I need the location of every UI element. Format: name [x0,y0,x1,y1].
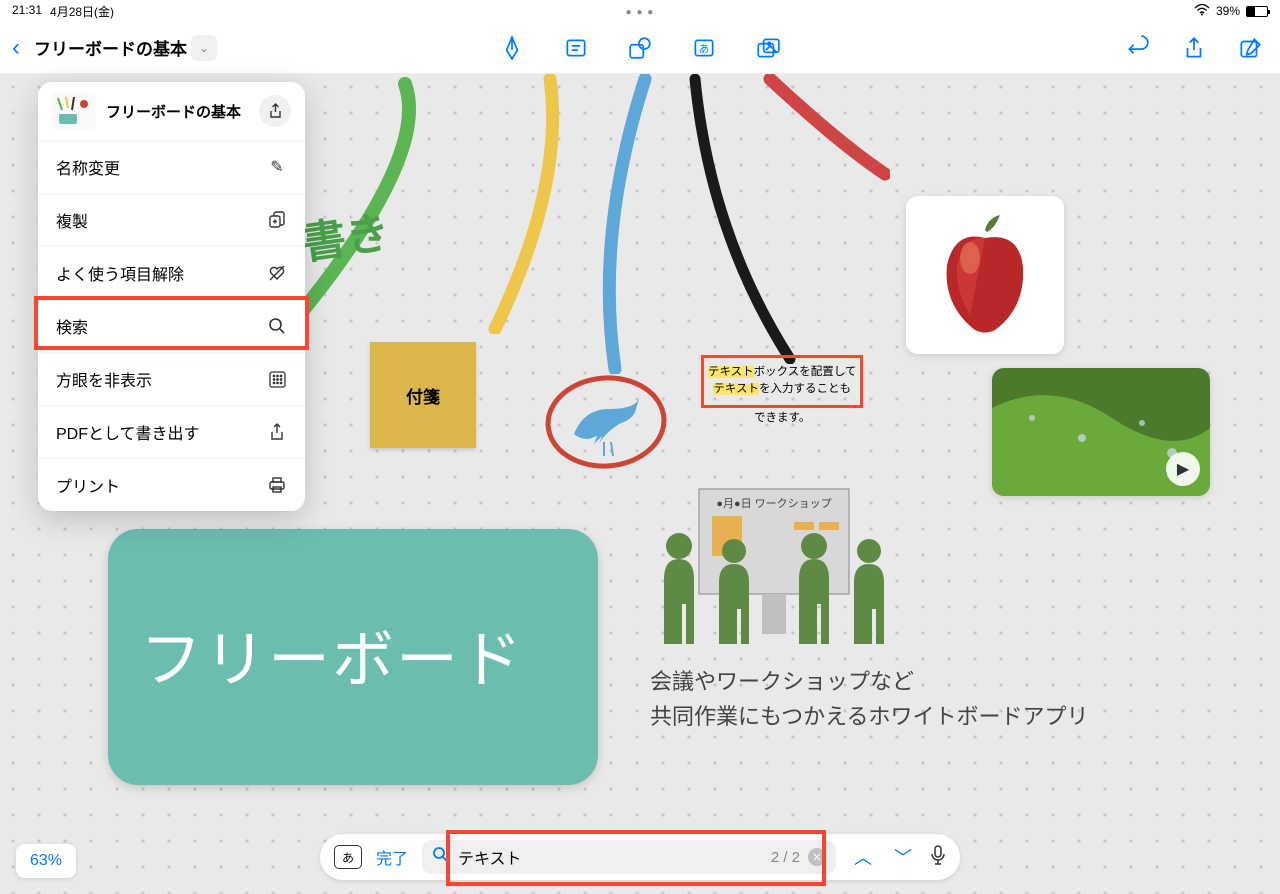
search-glass-icon [432,846,450,869]
people-clipart[interactable]: ●月●日 ワークショップ [644,474,904,659]
menu-item-hidegrid[interactable]: 方眼を非表示 [38,353,305,406]
duplicate-icon [267,211,287,229]
status-time: 21:31 [12,3,42,20]
blue-stroke [575,74,665,374]
search-count: 2 / 2 [771,849,800,866]
battery-pct: 39% [1216,4,1240,18]
next-result-button[interactable]: ﹀ [890,844,916,870]
export-icon [267,423,287,441]
apple-image[interactable] [906,196,1064,354]
play-icon[interactable]: ▶ [1166,452,1200,486]
grid-icon [267,371,287,388]
search-icon [267,317,287,335]
wifi-icon [1194,4,1210,19]
canvas-textbox[interactable]: テキストボックスを配置して テキストを入力することも できます。 [701,355,863,427]
multitask-dots[interactable]: ● ● ● [626,7,655,18]
undo-icon[interactable] [1120,30,1156,66]
board-menu: フリーボードの基本 名称変更 ✎ 複製 よく使う項目解除 検索 方眼を非表示 P… [38,82,305,511]
handwriting-line2: 共同作業にもつかえるホワイトボードアプリ [650,699,1088,734]
note-tool-icon[interactable] [558,30,594,66]
pen-tool-icon[interactable] [494,30,530,66]
bird-shape[interactable] [544,364,674,479]
battery-icon [1246,6,1268,17]
pencil-icon: ✎ [267,157,287,177]
keyboard-lang-button[interactable]: あ [334,845,362,869]
hl-2: テキスト [713,383,759,395]
share-icon[interactable] [1176,30,1212,66]
status-date: 4月28日(金) [50,3,114,20]
search-field[interactable]: 2 / 2 ✕ [422,840,836,874]
prev-result-button[interactable]: ︿ [850,844,876,870]
svg-text:あ: あ [699,42,710,55]
compose-icon[interactable] [1232,30,1268,66]
sticky-note[interactable]: 付箋 [370,342,476,448]
handwriting-line1: 会議やワークショップなど [650,664,914,699]
menu-share-icon[interactable] [259,95,291,127]
board-title[interactable]: フリーボードの基本 [34,35,187,60]
menu-item-duplicate[interactable]: 複製 [38,194,305,247]
leaf-video[interactable]: ▶ [992,368,1210,496]
red-stroke [760,74,890,204]
menu-item-rename[interactable]: 名称変更 ✎ [38,141,305,194]
text-tool-icon[interactable]: あ [686,30,722,66]
menu-item-export-pdf[interactable]: PDFとして書き出す [38,406,305,459]
hand-green-text: 書き [298,198,395,280]
print-icon [267,476,287,494]
menu-header: フリーボードの基本 [38,82,305,141]
title-menu-chevron[interactable]: ⌄ [191,35,217,61]
done-button[interactable]: 完了 [376,845,408,869]
workshop-label-svg: ●月●日 ワークショップ [716,497,831,510]
search-input[interactable] [458,848,763,866]
mic-icon[interactable] [930,845,946,870]
menu-thumbnail [52,92,96,130]
freeboard-card[interactable]: フリーボード [108,529,598,785]
search-bar: あ 完了 2 / 2 ✕ ︿ ﹀ [320,834,960,880]
main-toolbar: ‹ フリーボードの基本 ⌄ あ [0,22,1280,74]
sticky-label: 付箋 [406,383,440,408]
back-button[interactable]: ‹ [12,34,20,62]
media-tool-icon[interactable] [750,30,786,66]
menu-item-search[interactable]: 検索 [38,300,305,353]
yellow-stroke [470,74,570,334]
zoom-level[interactable]: 63% [16,844,76,878]
menu-item-print[interactable]: プリント [38,459,305,511]
hl-1: テキスト [708,366,754,378]
menu-item-unfavorite[interactable]: よく使う項目解除 [38,247,305,300]
heart-slash-icon [267,264,287,282]
menu-title: フリーボードの基本 [106,101,259,122]
freeboard-text: フリーボード [140,609,524,699]
status-bar: 21:31 4月28日(金) ● ● ● 39% [0,0,1280,22]
clear-icon[interactable]: ✕ [808,848,826,866]
shape-tool-icon[interactable] [622,30,658,66]
